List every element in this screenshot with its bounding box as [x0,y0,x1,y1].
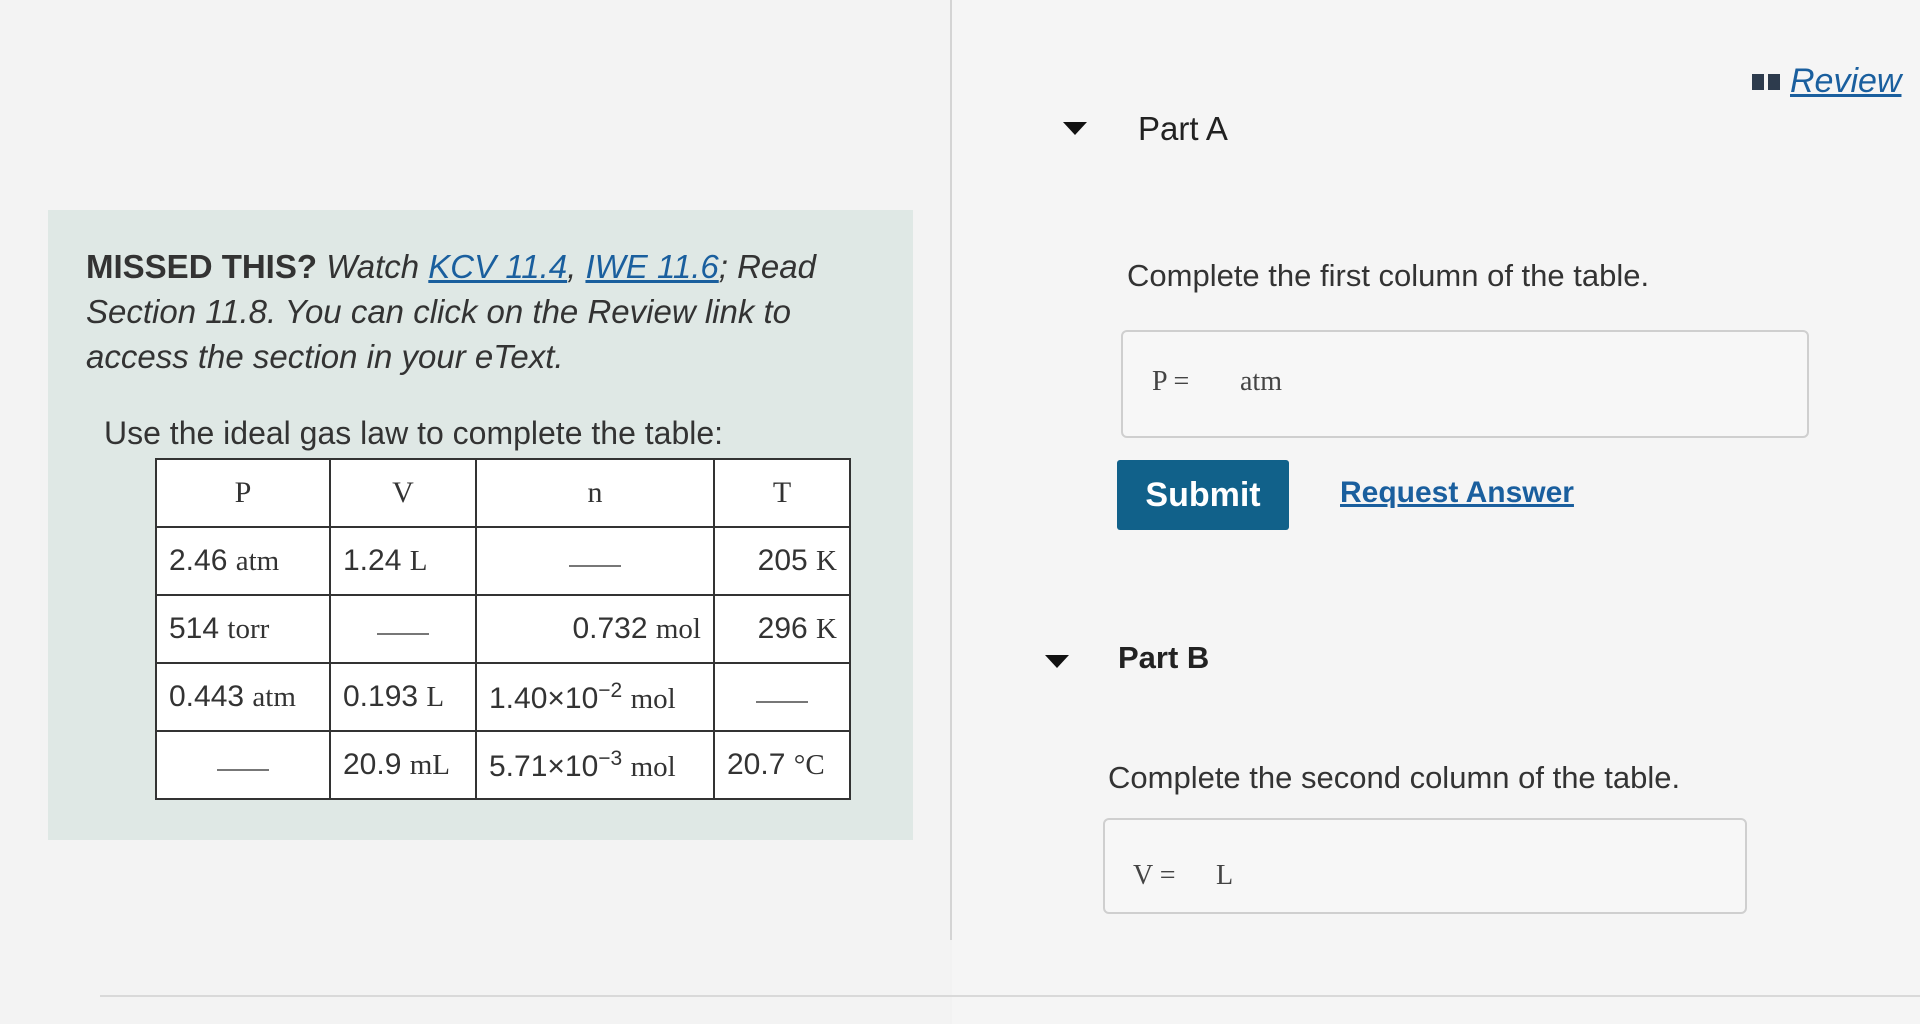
cell-number: 1.40×10 [489,681,599,715]
cell-number: 0.443 [169,680,245,713]
problem-intro: MISSED THIS? Watch KCV 11.4, IWE 11.6; R… [86,244,886,379]
cell-number: 5.71×10 [489,749,599,783]
header-v: V [329,458,477,528]
cell-n-blank [475,526,715,596]
table-header-row: P V n T [155,458,851,528]
gas-law-table: P V n T 2.46 atm 1.24 L 205 K 514 torr 0… [155,458,851,800]
watch-text: Watch [317,248,429,285]
cell-unit: L [426,681,445,713]
cell-unit: K [816,545,837,577]
cell-unit: mol [655,613,701,645]
cell-t: 205 K [713,526,851,596]
cell-p: 0.443 atm [155,662,331,732]
cell-t: 20.7 °C [713,730,851,800]
iwe-link[interactable]: IWE 11.6 [585,248,718,285]
cell-number: 0.732 [572,612,648,645]
part-b-prompt: Complete the second column of the table. [1108,760,1681,795]
cell-t-blank [713,662,851,732]
book-icon [1752,73,1780,90]
header-t: T [713,458,851,528]
blank-line [756,693,808,704]
cell-unit: torr [227,613,270,645]
cell-number: 20.9 [343,748,402,781]
part-a-title: Part A [1138,110,1228,147]
cell-t: 296 K [713,594,851,664]
comma-text: , [567,248,586,285]
table-instruction: Use the ideal gas law to complete the ta… [104,415,724,451]
cell-number: 514 [169,612,220,645]
cell-v: 0.193 L [329,662,477,732]
cell-number: 1.24 [343,544,402,577]
cell-n: 1.40×10−2 mol [475,662,715,732]
cell-v: 20.9 mL [329,730,477,800]
header-n: n [475,458,715,528]
part-b-collapse-toggle[interactable] [1045,655,1069,668]
table-row: 2.46 atm 1.24 L 205 K [155,526,851,596]
review-link[interactable]: Review [1752,62,1901,101]
blank-line [217,761,269,772]
table-row: 0.443 atm 0.193 L 1.40×10−2 mol [155,662,851,732]
part-b-title: Part B [1118,640,1210,675]
cell-unit: mol [630,750,676,783]
part-a-prompt: Complete the first column of the table. [1127,258,1650,293]
cell-v-blank [329,594,477,664]
cell-exponent: −3 [598,746,623,770]
cell-unit: L [409,545,428,577]
cell-unit: mol [630,682,676,715]
review-label: Review [1790,62,1902,100]
part-a-request-answer-link[interactable]: Request Answer [1340,476,1574,510]
header-p: P [155,458,331,528]
cell-n: 5.71×10−3 mol [475,730,715,800]
part-b-unit-label: L [1216,860,1234,891]
cell-unit: atm [252,681,296,713]
cell-unit: K [816,613,837,645]
table-row: 514 torr 0.732 mol 296 K [155,594,851,664]
cell-unit: °C [793,749,825,781]
cell-number: 296 [757,612,808,645]
part-a-collapse-toggle[interactable] [1063,122,1087,135]
cell-p-blank [155,730,331,800]
cell-unit: mL [409,749,451,781]
cell-number: 20.7 [727,748,786,781]
kcv-link[interactable]: KCV 11.4 [428,248,567,285]
part-b-answer-input[interactable] [1198,856,1202,898]
cell-v: 1.24 L [329,526,477,596]
cell-number: 2.46 [169,544,228,577]
missed-this-label: MISSED THIS? [86,248,318,285]
bottom-divider [100,995,1920,997]
part-a-answer-input[interactable] [1222,362,1226,404]
cell-p: 2.46 atm [155,526,331,596]
part-a-unit-label: atm [1240,366,1282,397]
cell-n: 0.732 mol [475,594,715,664]
blank-line [569,557,621,568]
table-row: 20.9 mL 5.71×10−3 mol 20.7 °C [155,730,851,800]
blank-line [377,625,429,636]
cell-number: 0.193 [343,680,419,713]
cell-number: 205 [757,544,808,577]
part-b-variable-label: V = [1133,860,1176,891]
cell-exponent: −2 [598,678,623,702]
part-a-variable-label: P = [1152,366,1190,397]
cell-unit: atm [235,545,280,577]
part-a-submit-button[interactable]: Submit [1117,460,1289,530]
cell-p: 514 torr [155,594,331,664]
